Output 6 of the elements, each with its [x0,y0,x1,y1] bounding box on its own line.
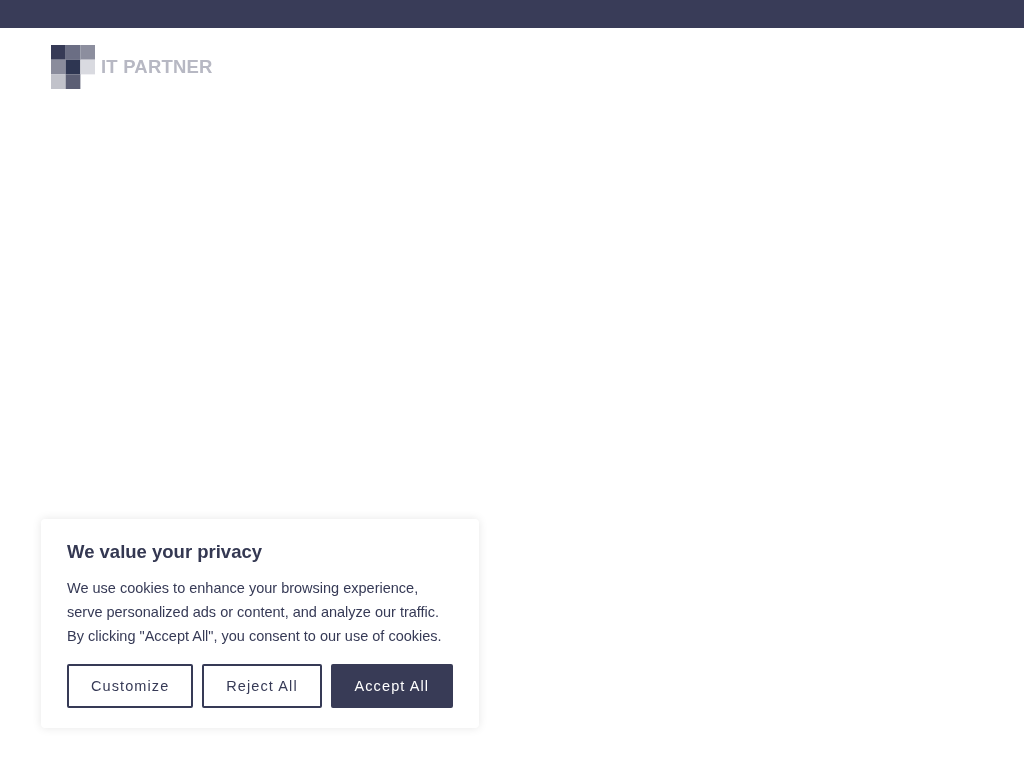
accept-button[interactable]: Accept All [330,664,453,708]
option-button[interactable]: Reject All [202,664,322,708]
banner-title: We value your privacy [67,540,264,564]
logo-icon [51,45,95,89]
banner-text: We use cookies to enhance your browsing experience, serve personalized ads or content, and analyze our traffic. By clicking "Accept All", you consent to our use of cookies. [67,579,443,646]
option-button[interactable]: Customize [67,664,194,708]
